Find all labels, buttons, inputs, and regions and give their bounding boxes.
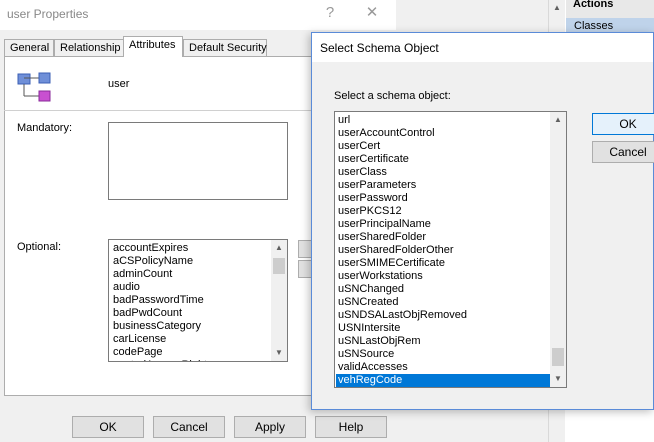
help-icon[interactable]: ? xyxy=(313,0,347,28)
list-item[interactable]: userWorkstations xyxy=(336,270,550,283)
scroll-thumb[interactable] xyxy=(273,258,285,274)
list-item[interactable]: uSNDSALastObjRemoved xyxy=(336,309,550,322)
list-item[interactable]: businessCategory xyxy=(113,320,201,333)
list-item[interactable]: uSNSource xyxy=(336,348,550,361)
optional-label: Optional: xyxy=(17,241,62,253)
schema-object-list[interactable]: url userAccountControl userCert userCertifi… xyxy=(334,111,567,388)
props-title-bar: user Properties ? ✕ xyxy=(0,0,396,30)
down-arrow-icon[interactable]: ▼ xyxy=(550,371,566,387)
dialog-ok-button[interactable]: OK xyxy=(592,113,654,135)
dialog-title-bar: Select Schema Object xyxy=(312,33,653,62)
class-hierarchy-icon xyxy=(17,72,51,102)
dialog-title: Select Schema Object xyxy=(320,41,439,55)
list-item[interactable]: validAccesses xyxy=(336,361,550,374)
class-name-label: user xyxy=(108,78,130,90)
list-item[interactable]: accountExpires xyxy=(113,242,188,255)
tab-default-security[interactable]: Default Security xyxy=(183,39,267,56)
list-item[interactable]: badPwdCount xyxy=(113,307,182,320)
list-item[interactable]: userClass xyxy=(336,166,550,179)
list-item[interactable]: audio xyxy=(113,281,140,294)
list-item[interactable]: userCertificate xyxy=(336,153,550,166)
up-arrow-icon[interactable]: ▲ xyxy=(271,240,287,256)
select-schema-object-dialog: Select Schema Object Select a schema obj… xyxy=(311,32,654,410)
list-item[interactable]: USNIntersite xyxy=(336,322,550,335)
cancel-button[interactable]: Cancel xyxy=(153,416,225,438)
list-item[interactable]: userParameters xyxy=(336,179,550,192)
list-item[interactable]: userCert xyxy=(336,140,550,153)
list-item[interactable]: wbemPath xyxy=(336,387,550,388)
mandatory-list[interactable] xyxy=(108,122,288,200)
optional-side-buttons xyxy=(298,240,312,280)
props-window-title: user Properties xyxy=(7,7,89,21)
list-item[interactable]: uSNCreated xyxy=(336,296,550,309)
dialog-prompt: Select a schema object: xyxy=(334,90,451,102)
list-item[interactable]: userPKCS12 xyxy=(336,205,550,218)
list-item[interactable]: userPassword xyxy=(336,192,550,205)
up-arrow-icon[interactable]: ▲ xyxy=(550,112,566,128)
tab-attributes[interactable]: Attributes xyxy=(123,36,183,57)
list-item[interactable]: userAccountControl xyxy=(336,127,550,140)
optional-list-scrollbar[interactable]: ▲ ▼ xyxy=(271,240,287,361)
list-item[interactable]: badPasswordTime xyxy=(113,294,204,307)
up-arrow-icon[interactable]: ▲ xyxy=(549,0,565,16)
list-item[interactable]: codePage xyxy=(113,346,163,359)
list-item[interactable]: userSharedFolder xyxy=(336,231,550,244)
list-item[interactable]: carLicense xyxy=(113,333,166,346)
ok-button[interactable]: OK xyxy=(72,416,144,438)
remove-button[interactable] xyxy=(298,260,312,278)
tab-relationship[interactable]: Relationship xyxy=(54,39,124,56)
list-item[interactable]: aCSPolicyName xyxy=(113,255,193,268)
help-button[interactable]: Help xyxy=(315,416,387,438)
list-item[interactable]: uSNChanged xyxy=(336,283,550,296)
scroll-thumb[interactable] xyxy=(552,348,564,366)
apply-button[interactable]: Apply xyxy=(234,416,306,438)
tab-general[interactable]: General xyxy=(4,39,54,56)
list-item[interactable]: userSMIMECertificate xyxy=(336,257,550,270)
list-item[interactable]: adminCount xyxy=(113,268,172,281)
optional-list[interactable]: accountExpires aCSPolicyName adminCount … xyxy=(108,239,288,362)
selected-list-item[interactable]: vehRegCode xyxy=(336,374,550,387)
list-item[interactable]: userSharedFolderOther xyxy=(336,244,550,257)
add-button[interactable] xyxy=(298,240,312,258)
close-icon[interactable]: ✕ xyxy=(355,0,389,28)
mandatory-label: Mandatory: xyxy=(17,122,73,134)
down-arrow-icon[interactable]: ▼ xyxy=(271,345,287,361)
list-item[interactable]: userPrincipalName xyxy=(336,218,550,231)
list-item[interactable]: controlAccessRights xyxy=(113,359,213,361)
dialog-cancel-button[interactable]: Cancel xyxy=(592,141,654,163)
schema-list-scrollbar[interactable]: ▲ ▼ xyxy=(550,112,566,387)
actions-header: Actions xyxy=(566,0,654,18)
list-item[interactable]: url xyxy=(336,114,550,127)
list-item[interactable]: uSNLastObjRem xyxy=(336,335,550,348)
